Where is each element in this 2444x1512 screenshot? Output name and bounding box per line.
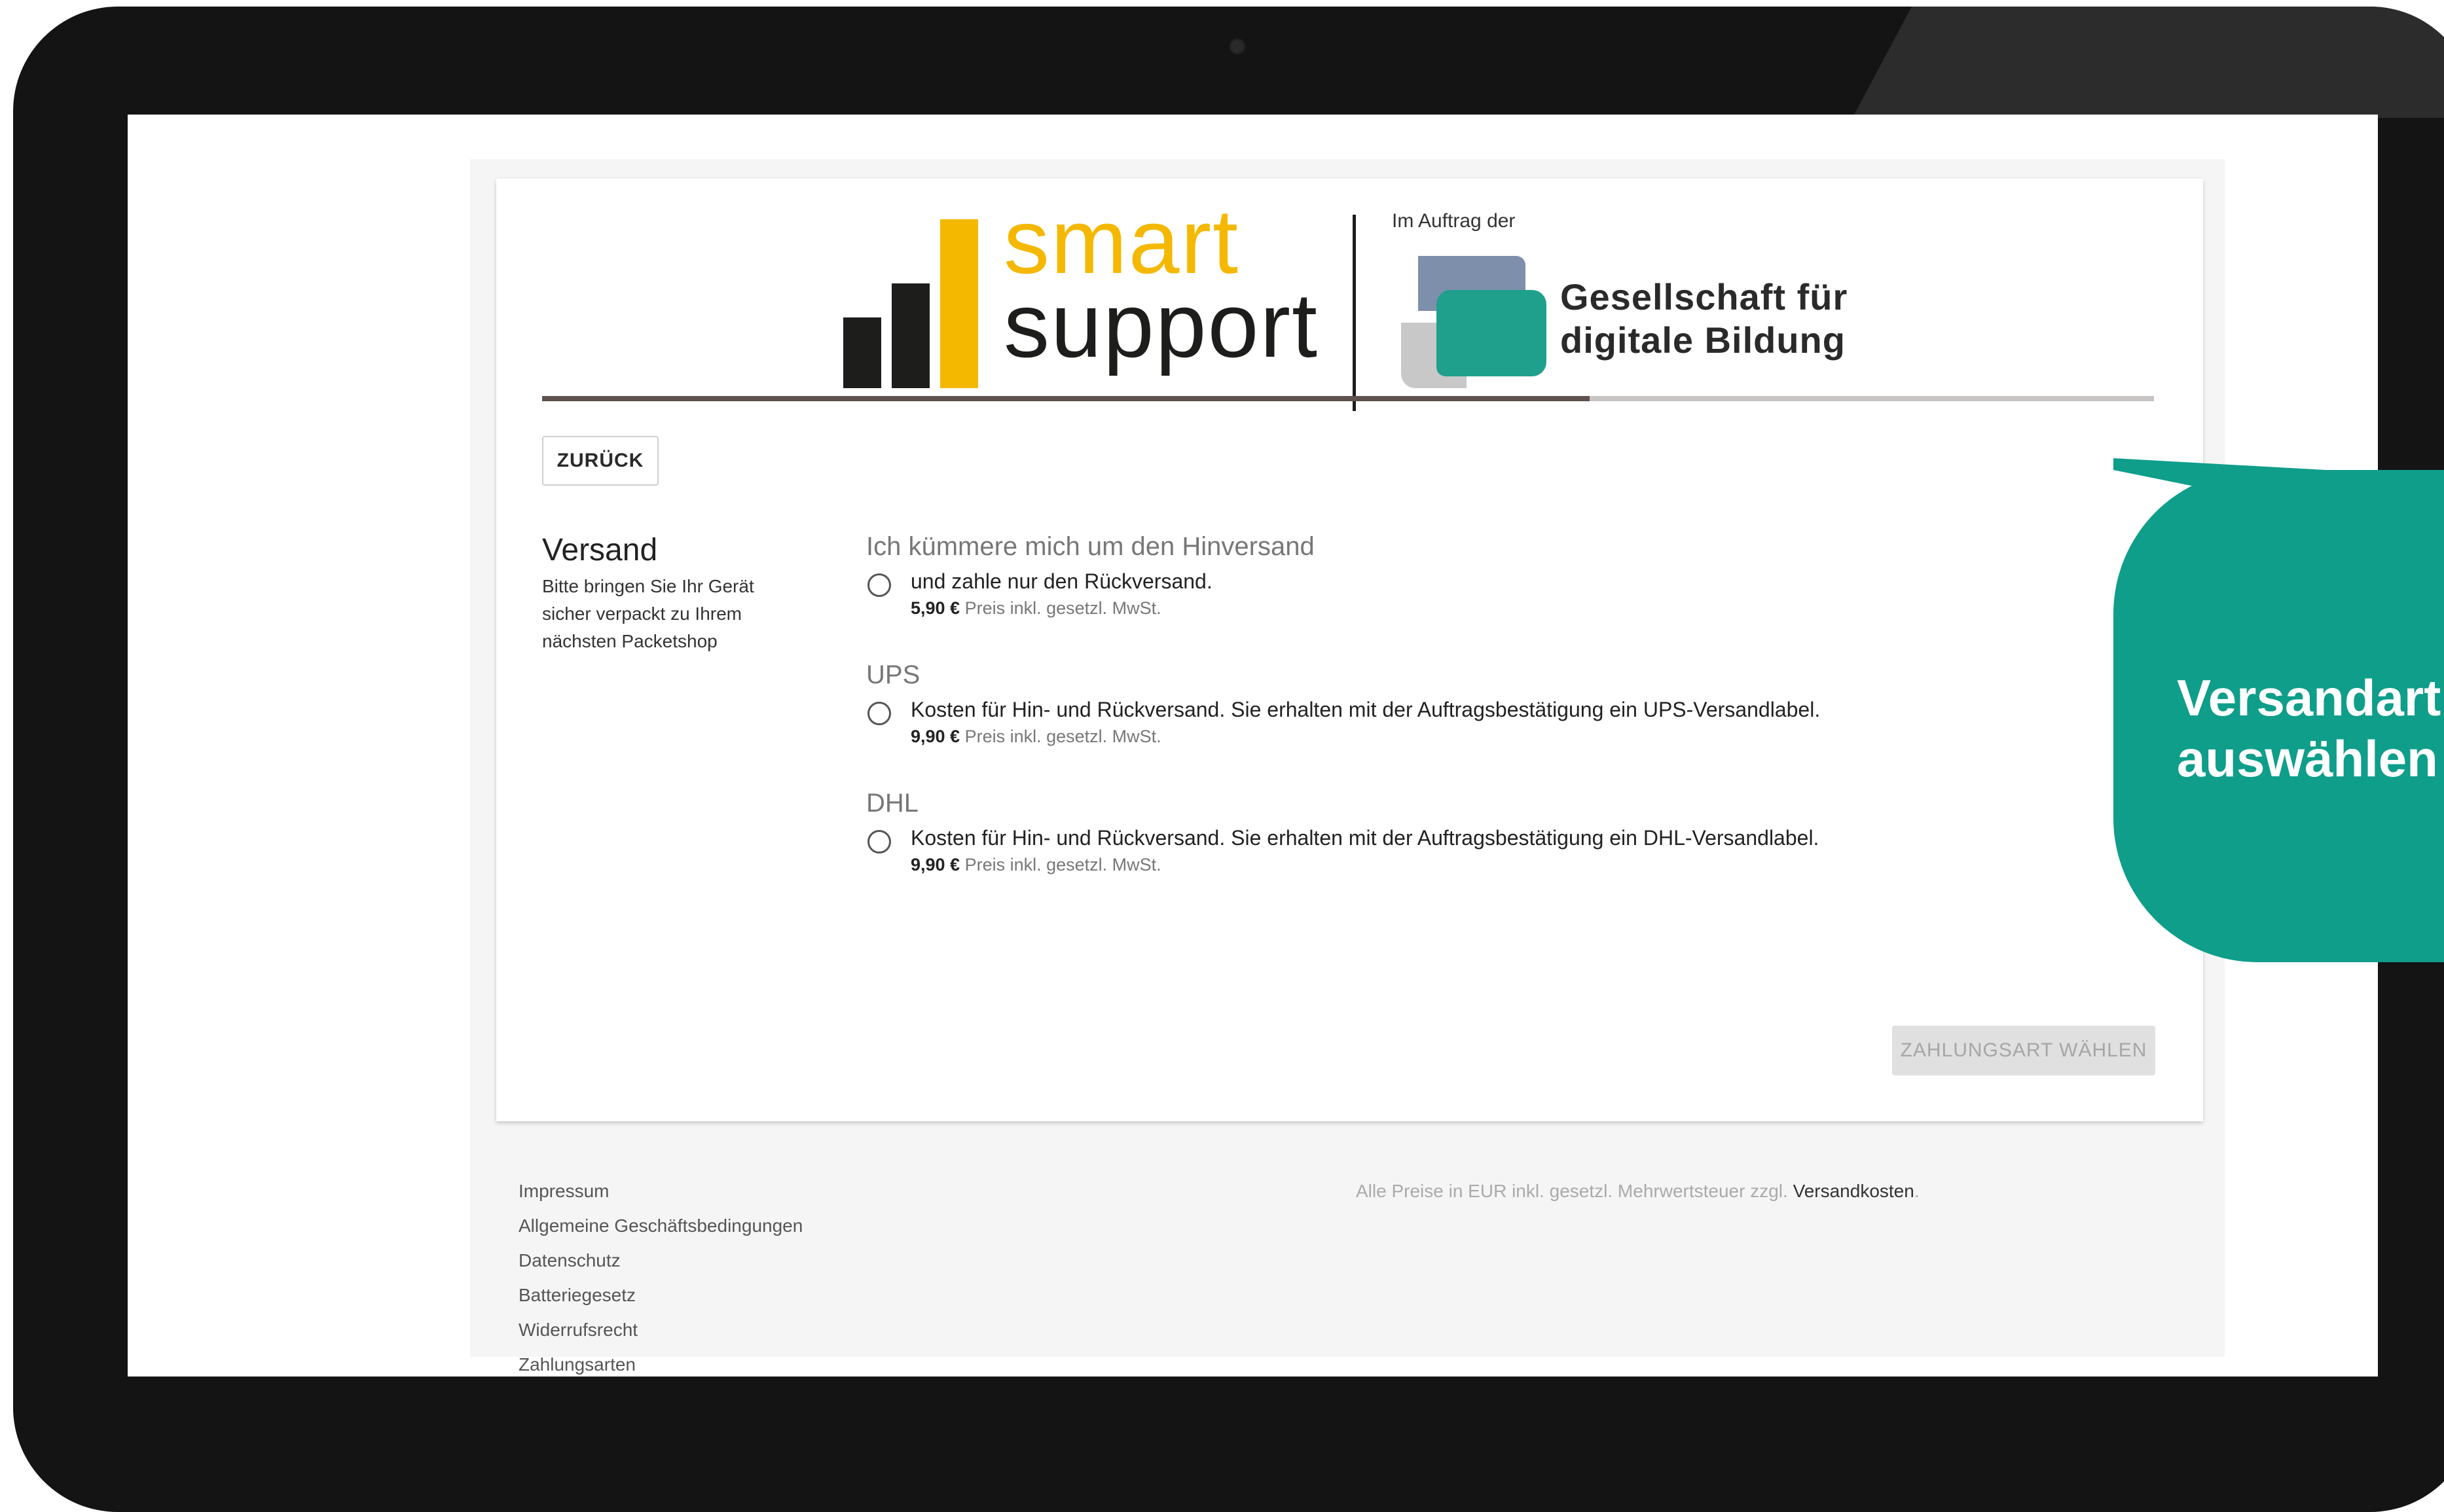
camera-icon <box>1229 38 1246 55</box>
logo-bar-icon <box>843 317 881 388</box>
radio-button[interactable] <box>867 702 891 725</box>
price-value: 9,90 € <box>911 727 960 746</box>
partner-name-line2: digitale Bildung <box>1560 319 1846 361</box>
option-price: 9,90 € Preis inkl. gesetzl. MwSt. <box>911 851 1819 878</box>
shipping-costs-link[interactable]: Versandkosten <box>1793 1181 1914 1201</box>
price-footnote: Alle Preise in EUR inkl. gesetzl. Mehrwe… <box>1356 1174 1920 1208</box>
price-footnote-suffix: . <box>1914 1181 1920 1201</box>
option-title: Ich kümmere mich um den Hinversand <box>866 532 1315 561</box>
footer-link-zahlungsarten[interactable]: Zahlungsarten <box>519 1347 803 1377</box>
radio-button[interactable] <box>867 830 891 854</box>
option-price: 9,90 € Preis inkl. gesetzl. MwSt. <box>911 723 1820 750</box>
section-description: Bitte bringen Sie Ihr Gerät sicher verpa… <box>542 576 754 651</box>
price-footnote-text: Alle Preise in EUR inkl. gesetzl. Mehrwe… <box>1356 1181 1788 1201</box>
footer-link-datenschutz[interactable]: Datenschutz <box>519 1243 803 1278</box>
choose-payment-button[interactable]: ZAHLUNGSART WÄHLEN <box>1892 1026 2155 1075</box>
tablet-frame: smart support Im Auftrag der Gesellschaf… <box>13 7 2444 1512</box>
option-description: und zahle nur den Rückversand. <box>911 569 1213 593</box>
back-button[interactable]: ZURÜCK <box>542 436 659 486</box>
partner-name: Gesellschaft für digitale Bildung <box>1560 276 1848 362</box>
callout-line2: auswählen <box>2177 730 2438 787</box>
footer-links: Impressum Allgemeine Geschäftsbedingunge… <box>519 1174 803 1377</box>
price-value: 5,90 € <box>911 598 960 618</box>
option-price: 5,90 € Preis inkl. gesetzl. MwSt. <box>911 594 1315 622</box>
footer-link-impressum[interactable]: Impressum <box>519 1174 803 1208</box>
footer-link-widerrufsrecht[interactable]: Widerrufsrecht <box>519 1312 803 1347</box>
section-title: Versand <box>542 533 658 567</box>
callout-line1: Versandart <box>2177 669 2441 727</box>
price-value: 9,90 € <box>911 855 960 874</box>
price-note: Preis inkl. gesetzl. MwSt. <box>964 855 1161 874</box>
shipping-option-dhl[interactable]: DHL Kosten für Hin- und Rückversand. Sie… <box>866 789 1819 878</box>
logo-bar-icon <box>940 219 978 388</box>
shipping-option-ups[interactable]: UPS Kosten für Hin- und Rückversand. Sie… <box>866 660 1820 750</box>
price-note: Preis inkl. gesetzl. MwSt. <box>964 598 1161 618</box>
option-title: DHL <box>866 789 919 818</box>
option-description: Kosten für Hin- und Rückversand. Sie erh… <box>911 698 1821 721</box>
option-title: UPS <box>866 660 921 689</box>
footer-link-batteriegesetz[interactable]: Batteriegesetz <box>519 1278 803 1312</box>
partner-name-line1: Gesellschaft für <box>1560 276 1848 317</box>
checkout-progress-bar <box>542 396 2154 401</box>
price-note: Preis inkl. gesetzl. MwSt. <box>964 727 1161 746</box>
checkout-card: smart support Im Auftrag der Gesellschaf… <box>496 179 2203 1121</box>
logo-word-support: support <box>1004 274 1319 376</box>
logo-divider <box>1353 215 1356 411</box>
option-description: Kosten für Hin- und Rückversand. Sie erh… <box>911 826 1819 850</box>
speech-bubbles-icon <box>1401 256 1546 388</box>
option-row[interactable]: Kosten für Hin- und Rückversand. Sie erh… <box>866 696 1820 750</box>
screen: smart support Im Auftrag der Gesellschaf… <box>128 115 2378 1377</box>
progress-fill <box>542 396 1590 401</box>
option-row[interactable]: und zahle nur den Rückversand. 5,90 € Pr… <box>866 568 1315 622</box>
shop-page: smart support Im Auftrag der Gesellschaf… <box>470 159 2225 1375</box>
commission-label: Im Auftrag der <box>1392 210 1516 232</box>
radio-button[interactable] <box>867 573 891 597</box>
footer-link-agb[interactable]: Allgemeine Geschäftsbedingungen <box>519 1208 803 1243</box>
callout-text: Versandart auswählen <box>2177 668 2441 789</box>
tablet-glare <box>1852 7 2444 118</box>
shipping-option-self[interactable]: Ich kümmere mich um den Hinversand und z… <box>866 532 1315 622</box>
logo-bar-icon <box>892 283 930 388</box>
option-row[interactable]: Kosten für Hin- und Rückversand. Sie erh… <box>866 825 1819 878</box>
